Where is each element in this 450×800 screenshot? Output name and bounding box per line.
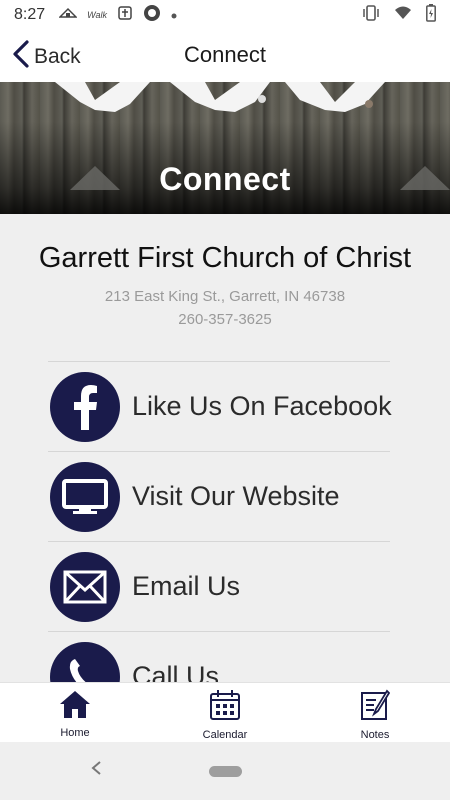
the-walk-text: Walk — [87, 9, 107, 20]
status-bar: 8:27 Walk — [0, 0, 450, 30]
church-address[interactable]: 213 East King St., Garrett, IN 46738 — [0, 288, 450, 305]
call-link[interactable]: Call Us — [48, 631, 390, 682]
status-time: 8:27 — [14, 6, 46, 23]
monitor-icon — [50, 461, 120, 532]
facebook-icon — [50, 371, 120, 442]
facebook-link-label: Like Us On Facebook — [132, 391, 392, 421]
system-back-icon[interactable] — [90, 760, 102, 781]
content-area: Garrett First Church of Christ 213 East … — [0, 214, 450, 682]
tab-home[interactable]: Home — [0, 683, 150, 742]
status-icons-right — [362, 3, 436, 27]
wifi-icon — [394, 6, 412, 25]
system-home-pill[interactable] — [209, 766, 242, 777]
tab-home-label: Home — [60, 727, 90, 739]
church-name: Garrett First Church of Christ — [38, 242, 412, 274]
envelope-icon — [50, 551, 120, 622]
home-icon — [58, 689, 92, 724]
calendar-icon — [209, 689, 241, 726]
facebook-link[interactable]: Like Us On Facebook — [48, 361, 392, 451]
connect-links-list: Like Us On Facebook Visit Our Website Em… — [48, 361, 392, 682]
website-link[interactable]: Visit Our Website — [48, 451, 390, 541]
battery-charging-icon — [426, 3, 436, 27]
top-nav-bar: Back Connect — [0, 30, 450, 82]
church-icon — [58, 6, 78, 24]
notes-icon — [360, 689, 391, 726]
website-link-label: Visit Our Website — [132, 481, 340, 511]
church-phone[interactable]: 260-357-3625 — [0, 311, 450, 328]
tab-notes[interactable]: Notes — [300, 683, 450, 742]
banner-title: Connect — [159, 161, 291, 197]
bible-icon — [117, 5, 133, 26]
the-walk-icon: Walk — [87, 9, 107, 20]
notification-dot-icon — [171, 6, 177, 24]
call-link-label: Call Us — [132, 661, 220, 682]
email-link-label: Email Us — [132, 571, 241, 601]
phone-icon — [50, 641, 120, 682]
tab-calendar-label: Calendar — [202, 729, 248, 741]
system-nav-bar — [0, 742, 450, 800]
connect-banner: Connect — [0, 82, 450, 214]
page-title: Connect — [184, 42, 266, 67]
tab-calendar[interactable]: Calendar — [150, 683, 300, 742]
email-link[interactable]: Email Us — [48, 541, 390, 631]
status-icons-left: Walk — [58, 4, 177, 27]
app-icon — [143, 4, 161, 27]
tab-notes-label: Notes — [360, 729, 390, 741]
bottom-tab-bar: Home Calendar Notes — [0, 682, 450, 742]
vibrate-icon — [362, 4, 380, 26]
